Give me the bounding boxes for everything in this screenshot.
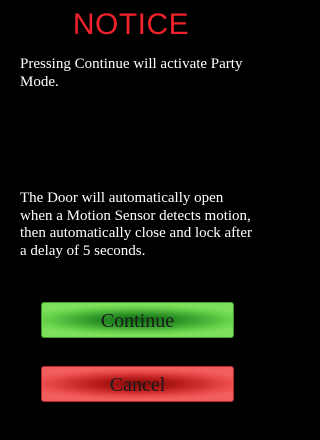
details-message: The Door will automatically open when a … [20,190,252,259]
cancel-button[interactable]: Cancel [41,366,234,402]
notice-title: NOTICE [72,8,190,41]
activate-message: Pressing Continue will activate Party Mo… [20,56,243,90]
party-mode-notice-screen: NOTICE Pressing Continue will activate P… [0,0,262,440]
continue-button[interactable]: Continue [41,302,234,338]
